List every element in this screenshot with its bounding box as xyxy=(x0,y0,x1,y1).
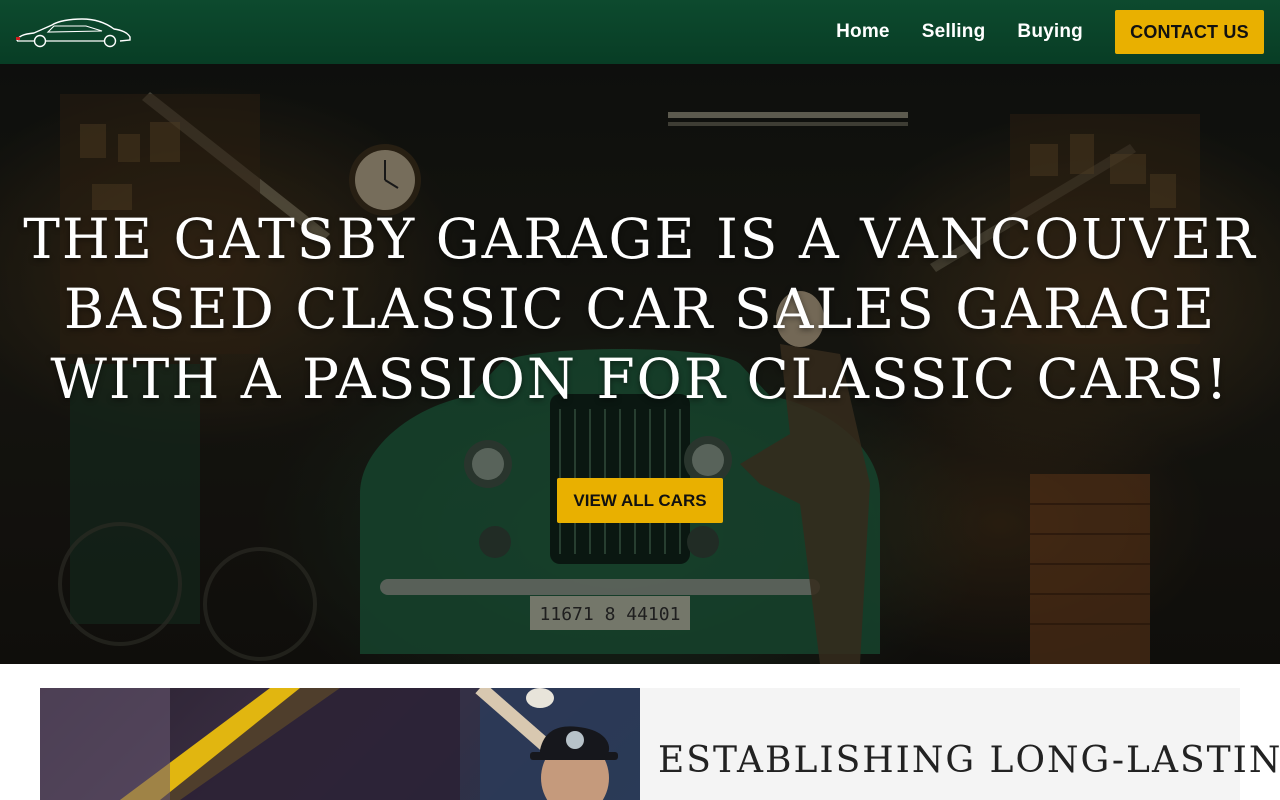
nav-selling[interactable]: Selling xyxy=(922,21,986,43)
mechanic-photo-illustration xyxy=(40,688,640,800)
feature-heading: ESTABLISHING LONG-LASTING xyxy=(658,740,1280,781)
hero-title: THE GATSBY GARAGE IS A VANCOUVER BASED C… xyxy=(23,207,1257,411)
view-all-cars-button[interactable]: VIEW ALL CARS xyxy=(557,478,723,523)
nav-home[interactable]: Home xyxy=(836,21,890,43)
hero-section: 11671 8 44101 THE GATSBY GARAGE IS A VAN… xyxy=(0,64,1280,664)
mechanic-photo xyxy=(40,688,640,800)
nav-buying[interactable]: Buying xyxy=(1017,21,1083,43)
main-nav: Home Selling Buying CONTACT US xyxy=(836,10,1264,54)
contact-us-button[interactable]: CONTACT US xyxy=(1115,10,1264,54)
feature-text-panel: ESTABLISHING LONG-LASTING xyxy=(640,688,1280,800)
classic-car-logo-icon[interactable] xyxy=(14,14,132,50)
site-header: Home Selling Buying CONTACT US xyxy=(0,0,1280,64)
